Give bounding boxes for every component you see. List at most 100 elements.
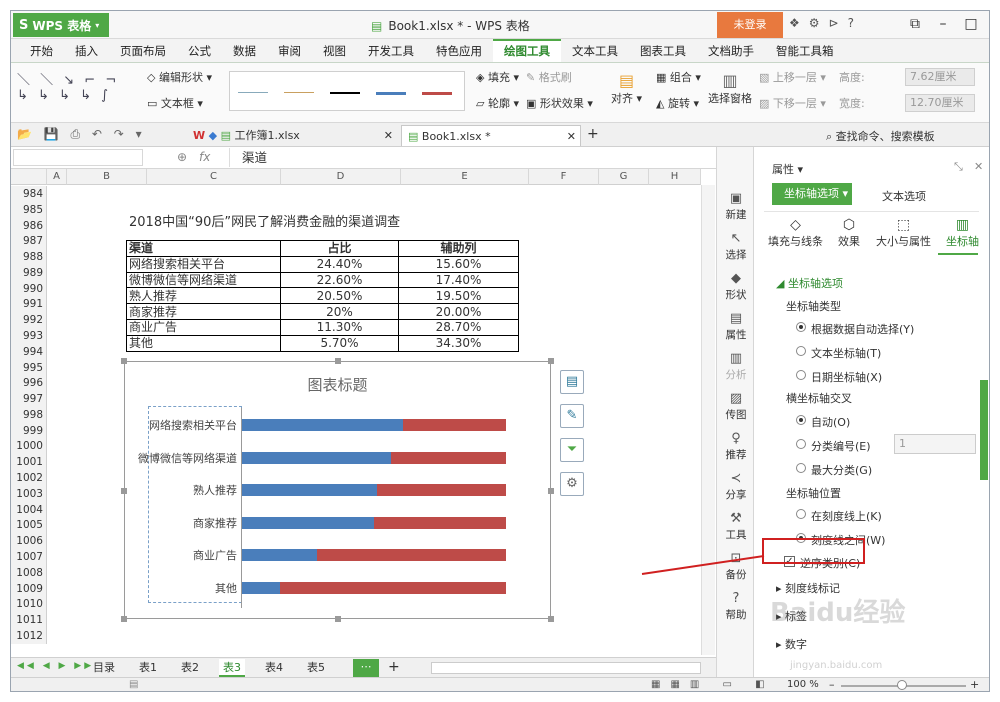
select-pane-button[interactable]: ▥ 选择窗格 <box>708 71 752 106</box>
row-header[interactable]: 1009 <box>11 580 47 597</box>
move-down-button[interactable]: ▨ 下移一层 ▾ <box>759 95 826 111</box>
collapsed-section[interactable]: ▸ 数字 <box>776 636 807 652</box>
row-header[interactable]: 993 <box>11 328 47 344</box>
quick-access-toolbar[interactable]: 📂 💾 ⎙ ↶ ↷ ▾ <box>17 127 146 142</box>
row-header[interactable]: 1007 <box>11 548 47 565</box>
close-icon[interactable]: ✕ <box>384 125 393 146</box>
table-cell[interactable]: 5.70% <box>280 334 399 352</box>
chart-category-label[interactable]: 熟人推荐 <box>193 482 237 498</box>
align-button[interactable]: ▤ 对齐 ▾ <box>611 71 642 106</box>
pane-subtab[interactable]: ⬚ 大小与属性 <box>876 217 931 249</box>
side-tool-6[interactable]: ♀ 推荐 <box>717 431 755 462</box>
menu-item[interactable]: 视图 <box>312 39 357 62</box>
table-cell[interactable]: 商家推荐 <box>126 303 281 320</box>
axis-selection-box[interactable] <box>148 406 242 603</box>
row-header[interactable]: 1011 <box>11 612 47 628</box>
column-header[interactable]: A <box>47 169 67 185</box>
table-cell[interactable]: 11.30% <box>280 318 399 336</box>
group-button[interactable]: ▦ 组合 ▾ <box>656 69 701 85</box>
pane-subtab[interactable]: ◇ 填充与线条 <box>768 217 823 249</box>
section-axis-options[interactable]: ◢ 坐标轴选项 <box>776 275 843 291</box>
pane-subtab[interactable]: ⬡ 效果 <box>838 217 860 249</box>
sheet-tab[interactable]: 表3 <box>219 659 245 677</box>
menu-item[interactable]: 特色应用 <box>425 39 493 62</box>
menu-item[interactable]: 数据 <box>222 39 267 62</box>
zoom-in-icon[interactable]: + <box>970 678 979 691</box>
chart-bar-aux[interactable] <box>377 484 506 497</box>
table-header-cell[interactable]: 渠道 <box>126 240 281 257</box>
macro-icon[interactable]: ▤ <box>129 679 138 690</box>
side-tool-3[interactable]: ▤ 属性 <box>717 311 755 342</box>
radio-label[interactable]: 文本坐标轴(T) <box>811 345 881 361</box>
table-cell[interactable]: 20% <box>280 303 399 320</box>
chart-category-label[interactable]: 网络搜索相关平台 <box>149 417 237 433</box>
sheet-tab[interactable]: 表2 <box>177 659 203 677</box>
side-tool-4[interactable]: ▥ 分析 <box>717 351 755 382</box>
maximize-icon[interactable]: □ <box>957 13 985 37</box>
zoom-icon[interactable]: ⊕ <box>177 150 187 164</box>
side-tool-1[interactable]: ↖ 选择 <box>717 231 755 262</box>
chart-bar-share[interactable] <box>242 516 374 529</box>
sheet-tab[interactable]: 表5 <box>303 659 329 677</box>
height-field[interactable]: 7.62厘米 <box>905 68 975 86</box>
radio-button[interactable] <box>796 346 806 356</box>
tab-text-options[interactable]: 文本选项 <box>882 188 926 204</box>
zoom-out-icon[interactable]: – <box>829 678 835 691</box>
rotate-button[interactable]: ◭ 旋转 ▾ <box>656 95 699 111</box>
category-axis-line[interactable] <box>241 408 242 608</box>
shape-effect-button[interactable]: ▣ 形状效果 ▾ <box>526 95 593 111</box>
column-header[interactable]: F <box>529 169 599 185</box>
menu-item[interactable]: 页面布局 <box>109 39 177 62</box>
row-header[interactable]: 987 <box>11 233 47 250</box>
line-style-gallery[interactable] <box>229 71 465 111</box>
resize-handle[interactable] <box>548 488 554 494</box>
radio-label[interactable]: 分类编号(E) <box>811 438 871 454</box>
row-header[interactable]: 997 <box>11 391 47 407</box>
resize-handle[interactable] <box>548 616 554 622</box>
line-style-1[interactable] <box>238 92 268 93</box>
skin-icon[interactable]: ❖ <box>789 16 800 30</box>
menu-item[interactable]: 审阅 <box>267 39 312 62</box>
pane-subtab[interactable]: ▥ 坐标轴 <box>946 217 979 249</box>
row-header[interactable]: 1002 <box>11 470 47 486</box>
line-shapes-gallery[interactable]: ＼ ＼ ↘ ⌐ ¬ ↳ ↳ ↳ ↳ ∫ <box>17 69 119 103</box>
chart-bar-share[interactable] <box>242 419 404 431</box>
chart-bar-share[interactable] <box>242 549 317 562</box>
table-cell[interactable]: 24.40% <box>280 255 399 273</box>
radio-button[interactable] <box>796 463 806 473</box>
textbox-button[interactable]: ▭ 文本框 ▾ <box>147 95 203 111</box>
edit-shape-button[interactable]: ◇ 编辑形状 ▾ <box>147 69 212 85</box>
table-cell[interactable]: 商业广告 <box>126 318 281 336</box>
row-header[interactable]: 1006 <box>11 533 47 549</box>
table-cell[interactable]: 22.60% <box>280 271 399 289</box>
chart-category-label[interactable]: 商业广告 <box>193 547 237 563</box>
menu-item[interactable]: 插入 <box>64 39 109 62</box>
spreadsheet-grid[interactable]: 2018中国“90后”网民了解消费金融的渠道调查 渠道 占比 辅助列 网络搜索相关平台… <box>11 169 716 657</box>
side-tool-8[interactable]: ⚒ 工具 <box>717 511 755 542</box>
more-sheets-button[interactable]: ⋯ <box>353 659 379 677</box>
sheet-tab[interactable]: 表1 <box>135 659 161 677</box>
view-mode-icons[interactable]: ▦▦▥ ▭ ◧ <box>651 679 775 690</box>
row-header[interactable]: 991 <box>11 296 47 313</box>
column-header[interactable]: G <box>599 169 649 185</box>
radio-button[interactable] <box>796 439 806 449</box>
format-brush-button[interactable]: ✎ 格式刷 <box>526 69 572 85</box>
chart-settings-icon[interactable]: ⚙ <box>560 472 584 496</box>
column-header[interactable]: H <box>649 169 701 185</box>
fx-icon[interactable]: fx <box>199 150 210 164</box>
radio-label[interactable]: 日期坐标轴(X) <box>811 369 882 385</box>
menu-item[interactable]: 公式 <box>177 39 222 62</box>
pane-close-icon[interactable]: ✕ <box>974 160 983 173</box>
chart-category-label[interactable]: 商家推荐 <box>193 515 237 531</box>
line-style-2[interactable] <box>284 92 314 93</box>
chart-category-label[interactable]: 微博微信等网络渠道 <box>138 450 237 466</box>
chart-bar-aux[interactable] <box>403 419 506 431</box>
pane-header[interactable]: 属性 ▾ <box>772 161 803 177</box>
chart-elements-icon[interactable]: ▤ <box>560 370 584 394</box>
table-cell[interactable]: 网络搜索相关平台 <box>126 255 281 273</box>
row-header[interactable]: 995 <box>11 359 47 376</box>
restore-icon[interactable]: ⧉ <box>901 13 929 37</box>
fill-button[interactable]: ◈ 填充 ▾ <box>476 69 519 85</box>
chart-bar-share[interactable] <box>242 484 378 497</box>
formula-input[interactable]: 渠道 <box>229 148 715 167</box>
